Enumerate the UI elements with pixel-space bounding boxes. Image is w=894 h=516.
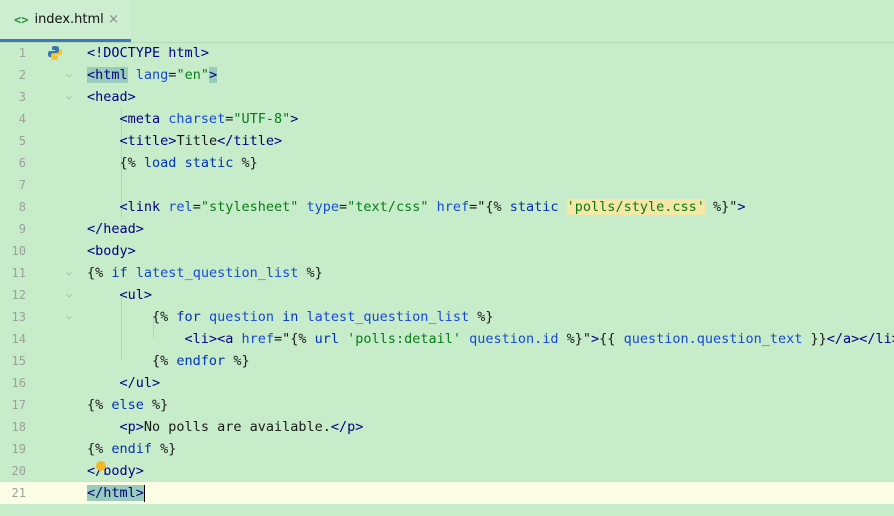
- code-line[interactable]: 12 ⌵ <ul>: [0, 284, 894, 306]
- code-text: {% for question in latest_question_list …: [87, 309, 494, 325]
- code-text: <meta charset="UTF-8">: [119, 111, 299, 127]
- html-file-icon: <>: [14, 12, 29, 27]
- line-number: 15: [11, 354, 26, 368]
- tab-label: index.html: [34, 12, 104, 27]
- code-line[interactable]: 8 <link rel="stylesheet" type="text/css"…: [0, 196, 894, 218]
- code-line[interactable]: 10 <body>: [0, 240, 894, 262]
- line-number: 12: [11, 288, 26, 302]
- fold-chevron-icon[interactable]: ⌵: [66, 306, 72, 328]
- code-text: <li><a href="{% url 'polls:detail' quest…: [184, 331, 894, 347]
- code-text: {% else %}: [87, 397, 169, 413]
- code-line[interactable]: 14 <li><a href="{% url 'polls:detail' qu…: [0, 328, 894, 350]
- line-number: 21: [11, 486, 26, 500]
- line-number: 16: [11, 376, 26, 390]
- code-line[interactable]: 3 ⌵ <head>: [0, 86, 894, 108]
- code-line[interactable]: 7: [0, 174, 894, 196]
- line-number: 9: [18, 222, 26, 236]
- line-number: 7: [18, 178, 26, 192]
- line-number: 2: [18, 68, 26, 82]
- code-text: </ul>: [119, 375, 161, 391]
- fold-chevron-icon[interactable]: ⌵: [66, 64, 72, 86]
- code-text: {% endif %}: [87, 441, 177, 457]
- code-line[interactable]: 11 ⌵ {% if latest_question_list %}: [0, 262, 894, 284]
- line-number: 13: [11, 310, 26, 324]
- close-icon[interactable]: ×: [108, 12, 119, 27]
- code-text: {% endfor %}: [87, 353, 250, 369]
- line-number: 3: [18, 90, 26, 104]
- code-line[interactable]: 18 <p>No polls are available.</p>: [0, 416, 894, 438]
- code-line[interactable]: 1 <!DOCTYPE html>: [0, 42, 894, 64]
- tab-index-html[interactable]: <> index.html ×: [0, 0, 131, 42]
- code-text: <ul>: [119, 287, 153, 303]
- code-text: {% if latest_question_list %}: [87, 265, 323, 281]
- code-line[interactable]: 2 ⌵ <html lang="en">: [0, 64, 894, 86]
- code-text: <head>: [87, 89, 136, 105]
- code-line[interactable]: 17 {% else %}: [0, 394, 894, 416]
- code-text: <html lang="en">: [87, 67, 218, 83]
- line-number: 10: [11, 244, 26, 258]
- line-number: 8: [18, 200, 26, 214]
- code-line[interactable]: 20 </body>: [0, 460, 894, 482]
- line-number: 17: [11, 398, 26, 412]
- code-line[interactable]: 13 ⌵ {% for question in latest_question_l…: [0, 306, 894, 328]
- code-text: {% load static %}: [87, 155, 258, 171]
- code-text: </head>: [87, 221, 144, 237]
- line-number: 6: [18, 156, 26, 170]
- editor-tab-bar: <> index.html ×: [0, 0, 894, 43]
- code-text: <title>Title</title>: [119, 133, 283, 149]
- code-line[interactable]: 21 </html>: [0, 482, 894, 504]
- text-caret: [143, 484, 145, 502]
- code-text: </html>: [87, 484, 145, 502]
- code-line[interactable]: 19 {% endif %}: [0, 438, 894, 460]
- code-line[interactable]: 4 <meta charset="UTF-8">: [0, 108, 894, 130]
- code-line[interactable]: 16 </ul>: [0, 372, 894, 394]
- code-line[interactable]: 5 <title>Title</title>: [0, 130, 894, 152]
- fold-chevron-icon[interactable]: ⌵: [66, 262, 72, 284]
- code-line[interactable]: 6 {% load static %}: [0, 152, 894, 174]
- fold-chevron-icon[interactable]: ⌵: [66, 86, 72, 108]
- line-number: 18: [11, 420, 26, 434]
- line-number: 5: [18, 134, 26, 148]
- code-line[interactable]: 15 {% endfor %}: [0, 350, 894, 372]
- line-number: 1: [18, 46, 26, 60]
- code-text: <link rel="stylesheet" type="text/css" h…: [119, 199, 746, 215]
- code-text: <!DOCTYPE html>: [87, 45, 209, 61]
- code-text: <body>: [87, 243, 136, 259]
- code-editor[interactable]: 1 <!DOCTYPE html> 2 ⌵ <html lang="en"> 3 ⌵ <hea…: [0, 42, 894, 516]
- line-number: 4: [18, 112, 26, 126]
- code-line[interactable]: 9 </head>: [0, 218, 894, 240]
- python-icon[interactable]: [47, 45, 63, 61]
- fold-chevron-icon[interactable]: ⌵: [66, 284, 72, 306]
- lightbulb-icon[interactable]: [96, 461, 106, 471]
- line-number: 20: [11, 464, 26, 478]
- code-text: <p>No polls are available.</p>: [119, 419, 364, 435]
- line-number: 19: [11, 442, 26, 456]
- line-number: 11: [11, 266, 26, 280]
- line-number: 14: [11, 332, 26, 346]
